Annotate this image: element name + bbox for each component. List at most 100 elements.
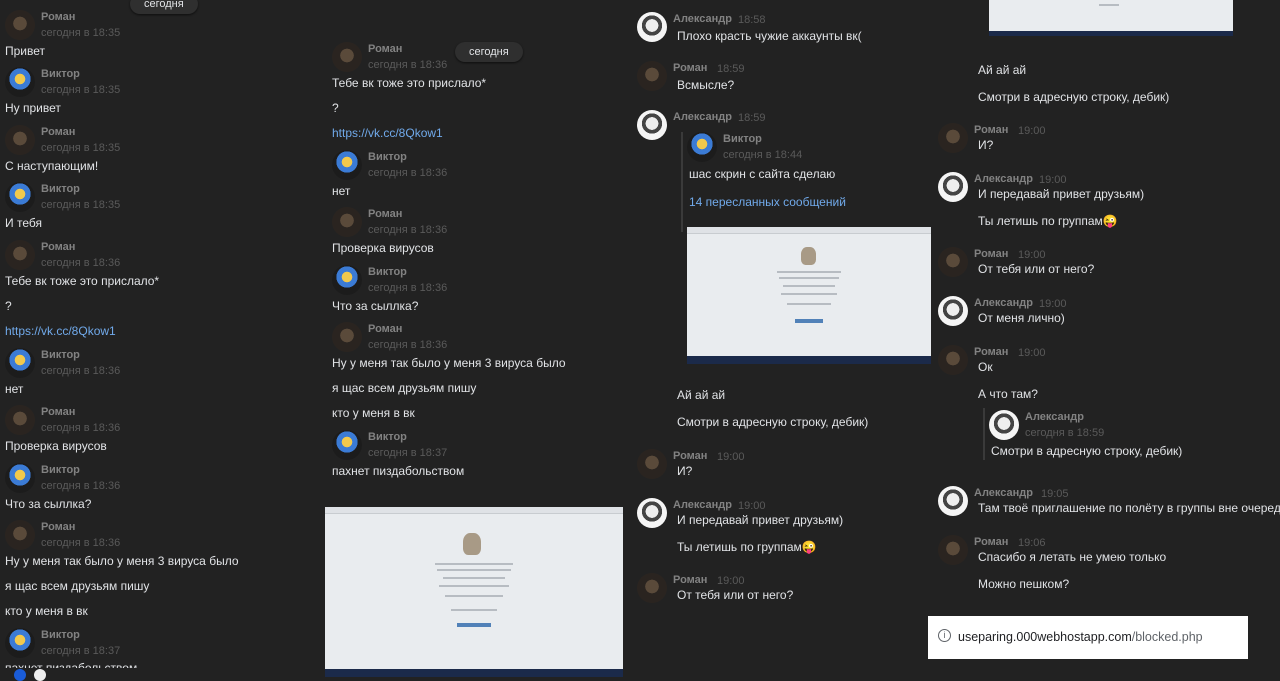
avatar[interactable] [938, 345, 968, 375]
author-name[interactable]: Александр [673, 111, 732, 123]
author-name[interactable]: Александр [673, 499, 732, 511]
address-bar[interactable]: i useparing.000webhostapp.com/blocked.ph… [928, 616, 1248, 659]
author-name[interactable]: Роман [974, 536, 1008, 548]
avatar[interactable] [5, 348, 35, 378]
author-name[interactable]: Виктор [41, 183, 80, 195]
forwarded-messages-link[interactable]: 14 пересланных сообщений [689, 195, 846, 209]
avatar[interactable] [332, 265, 362, 295]
message: Роман сегодня в 18:36 Тебе вк тоже это пр… [5, 240, 325, 338]
message: Роман 19:00 От тебя или от него? [637, 573, 957, 605]
author-name[interactable]: Роман [41, 521, 75, 533]
avatar[interactable] [5, 10, 35, 40]
avatar[interactable] [332, 430, 362, 460]
avatar[interactable] [938, 247, 968, 277]
message: Роман 18:59 Всмысле? [637, 61, 957, 93]
message: Роман сегодня в 18:36 Тебе вк тоже это пр… [332, 42, 652, 140]
message-time: сегодня в 18:36 [368, 339, 448, 351]
message-time: сегодня в 18:36 [368, 224, 448, 236]
message-text: нет [5, 382, 24, 396]
author-name[interactable]: Роман [974, 248, 1008, 260]
avatar[interactable] [989, 410, 1019, 440]
avatar[interactable] [687, 132, 717, 162]
message-text: И? [978, 138, 994, 152]
info-icon[interactable]: i [938, 629, 951, 642]
avatar[interactable] [332, 150, 362, 180]
avatar[interactable] [637, 61, 667, 91]
avatar[interactable] [938, 296, 968, 326]
message-link[interactable]: https://vk.cc/8Qkow1 [332, 126, 443, 140]
author-name[interactable]: Роман [41, 126, 75, 138]
avatar[interactable] [637, 573, 667, 603]
avatar[interactable] [938, 123, 968, 153]
author-name[interactable]: Виктор [368, 431, 407, 443]
avatar[interactable] [938, 486, 968, 516]
screenshot-attachment[interactable] [989, 0, 1233, 36]
message-text: я щас всем друзьям пишу [332, 381, 477, 395]
message-time: сегодня в 18:36 [41, 257, 121, 269]
message: Роман сегодня в 18:35 С наступающим! [5, 125, 325, 173]
message: Александр 18:58 Плохо красть чужие аккаун… [637, 12, 957, 44]
author-name[interactable]: Виктор [41, 464, 80, 476]
author-name[interactable]: Виктор [723, 133, 762, 145]
author-name[interactable]: Роман [41, 241, 75, 253]
author-name[interactable]: Роман [368, 323, 402, 335]
message: Роман 19:00 От тебя или от него? [938, 247, 1258, 279]
avatar[interactable] [637, 449, 667, 479]
message-time: 19:06 [1018, 537, 1046, 549]
author-name[interactable]: Роман [673, 450, 707, 462]
screenshot-attachment[interactable] [687, 227, 931, 364]
author-name[interactable]: Виктор [368, 266, 407, 278]
avatar[interactable] [5, 405, 35, 435]
avatar[interactable] [5, 520, 35, 550]
message-text: нет [332, 184, 351, 198]
author-name[interactable]: Роман [368, 208, 402, 220]
avatar[interactable] [5, 463, 35, 493]
author-name[interactable]: Александр [974, 173, 1033, 185]
author-name[interactable]: Виктор [41, 629, 80, 641]
message: Виктор сегодня в 18:35 Ну привет [5, 67, 325, 115]
avatar[interactable] [5, 125, 35, 155]
message-text: Проверка вирусов [5, 439, 107, 453]
avatar[interactable] [332, 207, 362, 237]
avatar[interactable] [637, 12, 667, 42]
author-name[interactable]: Роман [673, 62, 707, 74]
author-name[interactable]: Роман [368, 43, 402, 55]
author-name[interactable]: Роман [974, 346, 1008, 358]
avatar[interactable] [5, 240, 35, 270]
author-name[interactable]: Роман [41, 406, 75, 418]
message: Александр 19:00 И передавай привет друзья… [637, 498, 957, 554]
author-name[interactable]: Виктор [41, 68, 80, 80]
message-text: пахнет пиздабольством [332, 464, 465, 478]
author-name[interactable]: Александр [673, 13, 732, 25]
url-text[interactable]: useparing.000webhostapp.com/blocked.php [958, 630, 1203, 644]
avatar[interactable] [332, 322, 362, 352]
message-text: Всмысле? [677, 78, 735, 92]
screenshot-attachment[interactable] [325, 507, 623, 677]
author-name[interactable]: Александр [974, 487, 1033, 499]
author-name[interactable]: Роман [41, 11, 75, 23]
avatar[interactable] [938, 535, 968, 565]
avatar[interactable] [332, 42, 362, 72]
message-link[interactable]: https://vk.cc/8Qkow1 [5, 324, 116, 338]
avatar[interactable] [5, 182, 35, 212]
author-name[interactable]: Александр [1025, 411, 1084, 423]
message-text: Ок [978, 360, 993, 374]
author-name[interactable]: Роман [673, 574, 707, 586]
avatar[interactable] [637, 110, 667, 140]
avatar[interactable] [938, 172, 968, 202]
avatar[interactable] [5, 628, 35, 658]
avatar[interactable] [637, 498, 667, 528]
author-name[interactable]: Виктор [368, 151, 407, 163]
app-icon[interactable] [14, 669, 26, 681]
message-time: сегодня в 18:35 [41, 142, 121, 154]
message: Роман сегодня в 18:36 Проверка вирусов [5, 405, 325, 453]
app-icon[interactable] [34, 669, 46, 681]
message-text: Можно пешком? [978, 577, 1070, 591]
avatar[interactable] [5, 67, 35, 97]
author-name[interactable]: Виктор [41, 349, 80, 361]
author-name[interactable]: Роман [974, 124, 1008, 136]
message-text: Ты летишь по группам😜 [978, 214, 1118, 228]
author-name[interactable]: Александр [974, 297, 1033, 309]
message-text: От тебя или от него? [677, 588, 794, 602]
message-text: Ай ай ай [677, 388, 726, 402]
